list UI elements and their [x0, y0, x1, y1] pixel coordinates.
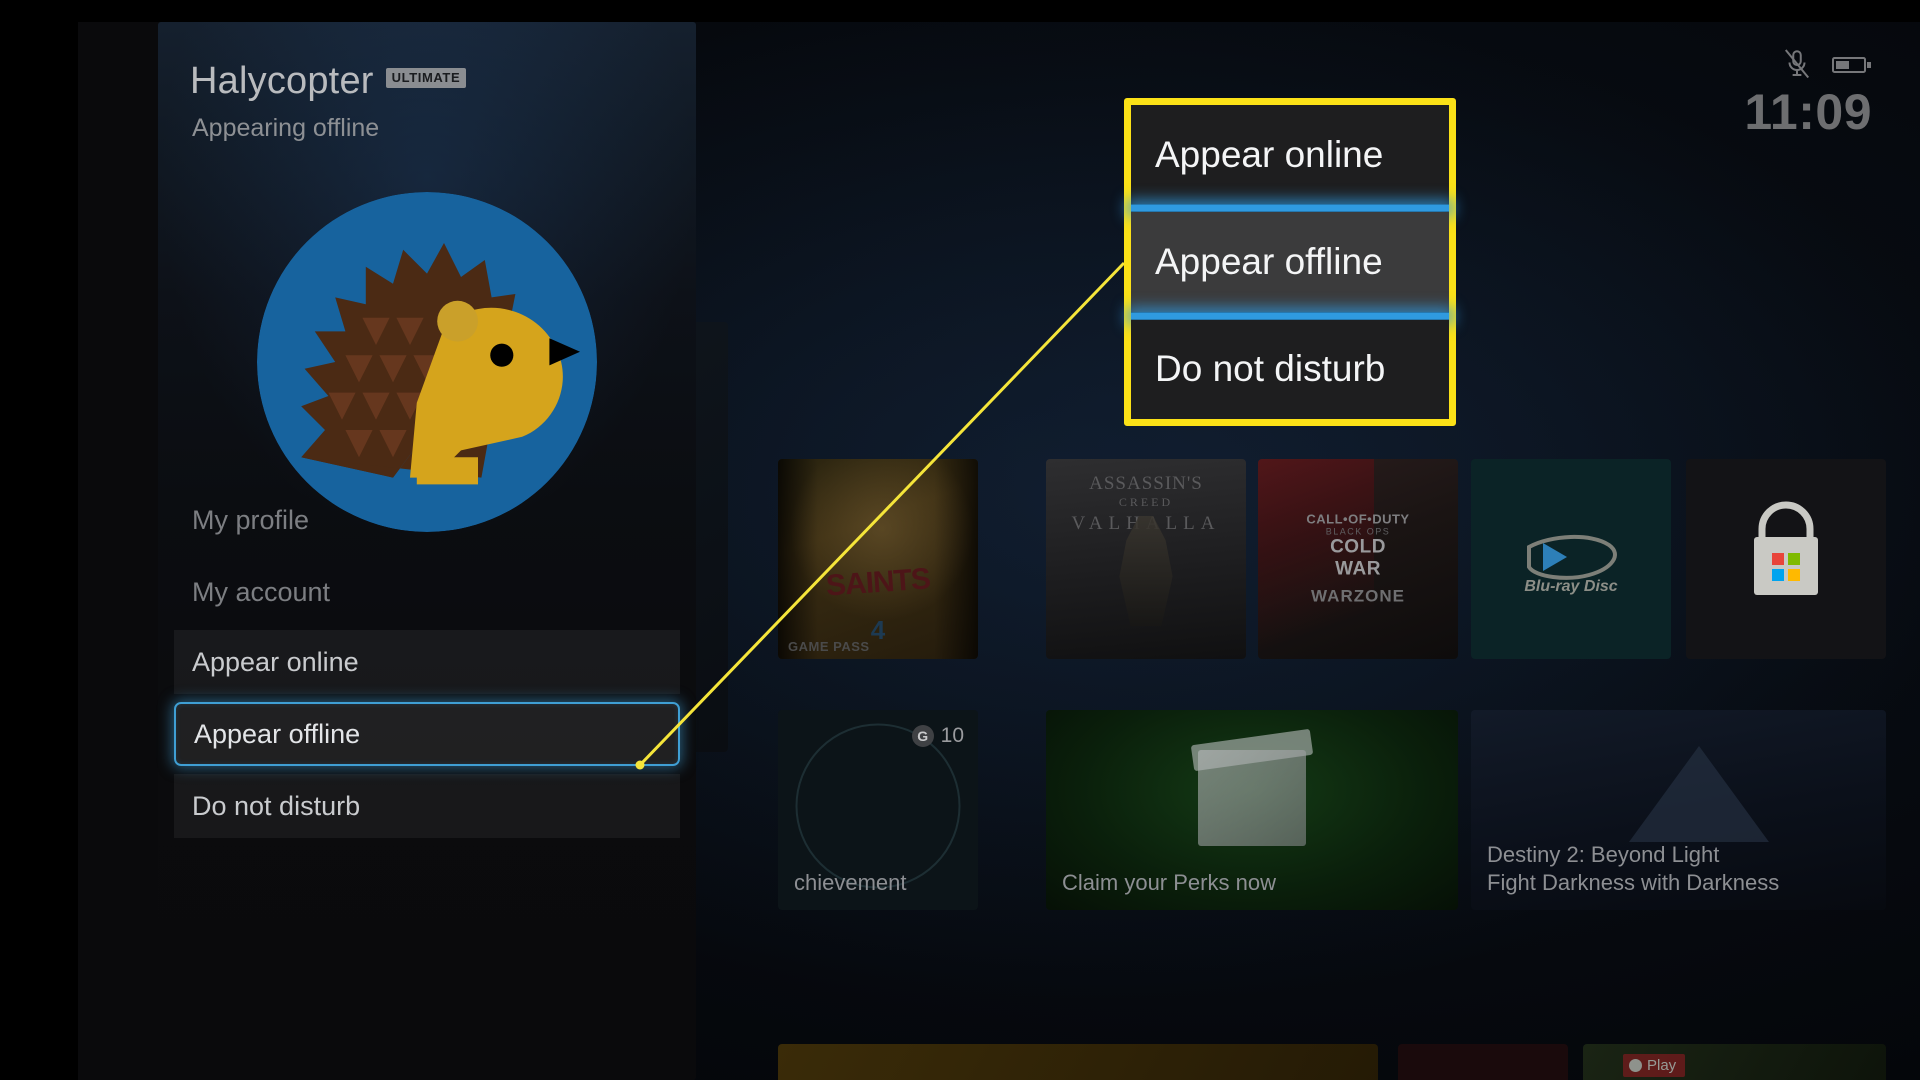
cod-line1: CALL•OF•DUTY [1306, 511, 1410, 527]
tile-saints-row-4[interactable]: SAINTS 4 GAME PASS [778, 459, 978, 659]
status-icons [1744, 48, 1872, 82]
menu-item-appear-online[interactable]: Appear online [174, 630, 680, 694]
gamerscore-badge: G 10 [911, 724, 964, 748]
status-cluster: 11:09 [1744, 48, 1872, 139]
callout-separator-1 [1131, 204, 1449, 213]
presence-status: Appearing offline [192, 114, 380, 142]
gamertag: Halycopter [190, 60, 374, 102]
clock: 11:09 [1744, 84, 1872, 140]
gamerscore-icon: G [911, 725, 934, 747]
callout-item-appear-offline[interactable]: Appear offline [1131, 212, 1449, 312]
tile-blu-ray-player[interactable]: Blu-ray Disc [1471, 459, 1671, 659]
tile-bottom-2[interactable] [1398, 1044, 1568, 1080]
destiny-subtitle: Fight Darkness with Darkness [1487, 869, 1780, 895]
play-badge: Play [1623, 1054, 1686, 1077]
card-destiny-2[interactable]: Destiny 2: Beyond Light Fight Darkness w… [1471, 710, 1886, 910]
profile-guide-panel: Halycopter ULTIMATE Appearing offline My… [158, 22, 696, 1080]
callout-zoom-box: Appear online Appear offline Do not dist… [1124, 98, 1456, 426]
achievement-label: chievement [794, 869, 907, 895]
game-pass-badge: GAME PASS [788, 639, 870, 654]
cod-line4: WARZONE [1311, 586, 1405, 606]
menu-item-appear-offline[interactable]: Appear offline [174, 702, 680, 766]
valhalla-line1: ASSASSIN'S [1089, 473, 1203, 494]
perks-label: Claim your Perks now [1062, 869, 1276, 895]
blu-ray-disc-icon: Blu-ray Disc [1524, 535, 1618, 595]
perks-box [1198, 750, 1306, 846]
tile-bottom-1[interactable] [778, 1044, 1378, 1080]
destiny-title: Destiny 2: Beyond Light [1487, 842, 1720, 867]
play-badge-label: Play [1647, 1057, 1677, 1074]
gamertag-row: Halycopter ULTIMATE [190, 60, 467, 103]
cod-title-block: CALL•OF•DUTY BLACK OPS COLD WAR WARZONE [1306, 512, 1409, 607]
microsoft-store-icon [1754, 501, 1818, 595]
blu-ray-label: Blu-ray Disc [1524, 578, 1617, 595]
saints-row-number: 4 [870, 615, 886, 645]
valhalla-line2: CREED [1118, 495, 1174, 509]
destiny-pyramid-art [1628, 746, 1769, 842]
mic-muted-icon [1784, 49, 1810, 79]
callout-item-appear-online[interactable]: Appear online [1131, 105, 1449, 205]
tile-microsoft-store[interactable] [1686, 459, 1886, 659]
tile-call-of-duty[interactable]: CALL•OF•DUTY BLACK OPS COLD WAR WARZONE [1258, 459, 1458, 659]
tile-assassins-creed-valhalla[interactable]: ASSASSIN'S CREED VALHALLA [1046, 459, 1246, 659]
menu-item-do-not-disturb[interactable]: Do not disturb [174, 774, 680, 838]
menu-item-my-profile[interactable]: My profile [174, 488, 680, 552]
achievement-ring-art [795, 723, 961, 889]
ultimate-badge: ULTIMATE [385, 68, 467, 88]
saints-row-title: SAINTS [824, 562, 931, 603]
cod-line2: BLACK OPS [1325, 526, 1391, 537]
card-achievement[interactable]: G 10 chievement [778, 710, 978, 910]
battery-half-icon [1832, 57, 1871, 73]
card-perks[interactable]: Claim your Perks now [1046, 710, 1458, 910]
menu-item-my-account[interactable]: My account [174, 560, 680, 624]
callout-separator-2 [1131, 311, 1449, 320]
cod-line3: COLD WAR [1330, 536, 1386, 580]
play-icon [1629, 1059, 1642, 1072]
xbox-dashboard-screen: Pro Jen Add Sign [0, 0, 1920, 1080]
hedgehog-avatar[interactable] [257, 192, 597, 532]
destiny-label-block: Destiny 2: Beyond Light Fight Darkness w… [1487, 841, 1874, 896]
gamerscore-value: 10 [940, 724, 964, 747]
callout-item-do-not-disturb[interactable]: Do not disturb [1131, 319, 1449, 419]
